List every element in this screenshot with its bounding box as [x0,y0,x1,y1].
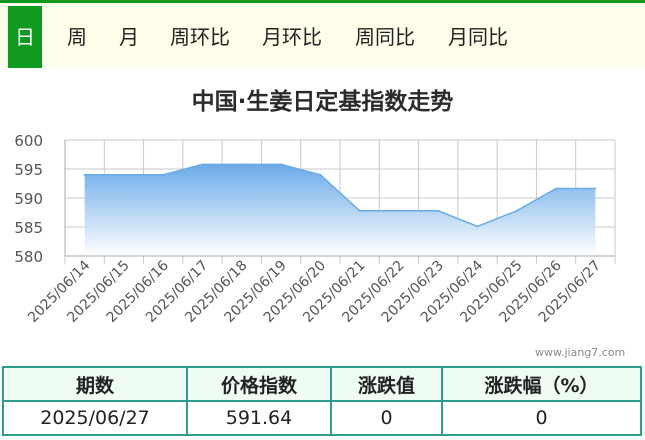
tab-month-year-over-year[interactable]: 月同比 [445,6,511,68]
data-point [201,163,204,166]
header-change-value: 涨跌值 [330,366,443,402]
tab-weekly[interactable]: 周 [64,6,90,68]
y-tick-label: 590 [14,190,43,208]
chart-title: 中国·生姜日定基指数走势 [191,89,454,115]
data-point [397,209,400,212]
data-point [358,209,361,212]
header-change-percent: 涨跌幅（%） [441,366,642,402]
summary-data-row: 2025/06/27 591.64 0 0 [2,400,642,436]
data-point [594,187,597,190]
header-price-index: 价格指数 [186,366,332,402]
cell-change-value: 0 [330,400,443,436]
cell-change-percent: 0 [441,400,642,436]
period-tab-bar: 日 周 月 周环比 月环比 周同比 月同比 [0,0,645,68]
tab-daily[interactable]: 日 [8,6,42,68]
y-tick-label: 585 [14,219,43,237]
data-point [83,173,86,176]
data-point [319,173,322,176]
tab-monthly[interactable]: 月 [116,6,142,68]
cell-price-index: 591.64 [186,400,332,436]
data-point [280,163,283,166]
data-point [162,173,165,176]
data-point [555,187,558,190]
data-point [515,209,518,212]
data-point [476,225,479,228]
cell-period: 2025/06/27 [2,400,188,436]
y-tick-label: 580 [14,248,43,266]
summary-table: 期数 价格指数 涨跌值 涨跌幅（%） 2025/06/27 591.64 0 0 [2,366,642,436]
watermark: www.jiang7.com [535,346,626,359]
y-tick-label: 595 [14,161,43,179]
y-tick-label: 600 [14,132,43,150]
data-point [122,173,125,176]
index-area-chart: 5805855905956002025/06/142025/06/152025/… [14,132,616,326]
data-point [240,163,243,166]
tab-week-year-over-year[interactable]: 周同比 [352,6,418,68]
summary-header-row: 期数 价格指数 涨跌值 涨跌幅（%） [2,366,642,402]
tab-month-over-month[interactable]: 月环比 [259,6,325,68]
tab-week-over-week[interactable]: 周环比 [167,6,233,68]
header-period: 期数 [2,366,188,402]
data-point [437,209,440,212]
